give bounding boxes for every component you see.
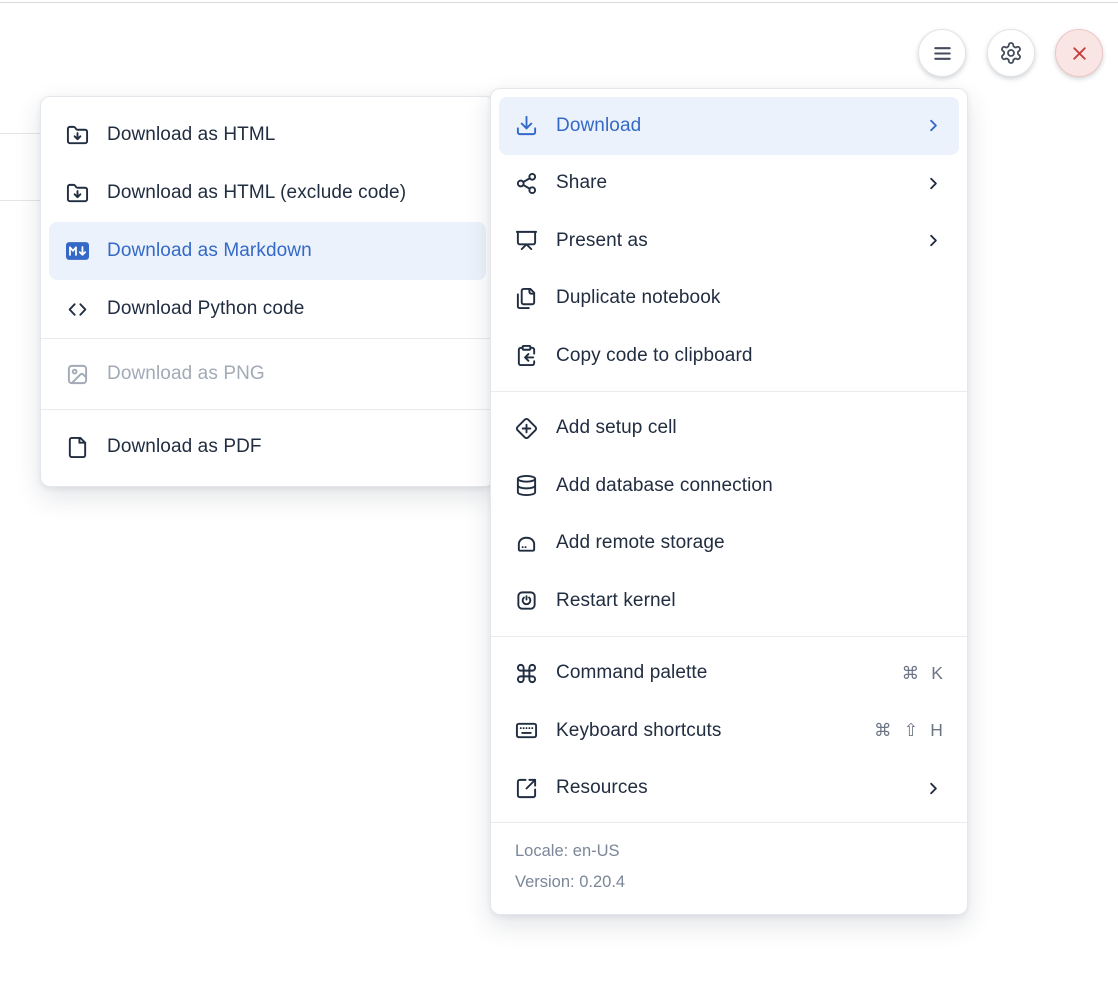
menu-group: Download Share Present as: [491, 89, 967, 391]
menu-item-add-database-connection[interactable]: Add database connection: [491, 457, 967, 515]
submenu-group: Download as HTML Download as HTML (exclu…: [41, 97, 494, 338]
menu-item-duplicate-notebook[interactable]: Duplicate notebook: [491, 270, 967, 328]
keyboard-shortcut: ⌘ K: [902, 663, 943, 684]
locale-text: Locale: en-US: [515, 836, 943, 867]
menu-group: Add setup cell Add database connection A…: [491, 392, 967, 636]
menu-item-label: Copy code to clipboard: [556, 345, 753, 367]
menu-item-restart-kernel[interactable]: Restart kernel: [491, 572, 967, 630]
menu-item-label: Add database connection: [556, 475, 773, 497]
hamburger-icon: [931, 42, 954, 65]
menu-item-label: Command palette: [556, 662, 707, 684]
download-icon: [515, 114, 538, 137]
menu-item-label: Restart kernel: [556, 590, 676, 612]
menu-item-label: Download as HTML: [107, 124, 275, 146]
menu-item-download-as-pdf[interactable]: Download as PDF: [41, 418, 494, 476]
menu-item-label: Share: [556, 172, 607, 194]
code-icon: [66, 298, 89, 321]
menu-item-present-as[interactable]: Present as: [491, 212, 967, 270]
menu-item-command-palette[interactable]: Command palette ⌘ K: [491, 645, 967, 703]
submenu-group: Download as PNG: [41, 339, 494, 409]
menu-group: Command palette ⌘ K Keyboard shortcuts ⌘…: [491, 637, 967, 823]
power-square-icon: [515, 589, 538, 612]
menu-item-keyboard-shortcuts[interactable]: Keyboard shortcuts ⌘ ⇧ H: [491, 702, 967, 760]
menu-item-label: Download as HTML (exclude code): [107, 182, 406, 204]
database-icon: [515, 474, 538, 497]
top-divider: [0, 2, 1118, 3]
menu-item-label: Download: [556, 115, 641, 137]
storage-drive-icon: [515, 532, 538, 555]
notebook-menu: Download Share Present as: [490, 88, 968, 915]
chevron-right-icon: [924, 174, 943, 193]
external-link-icon: [515, 777, 538, 800]
folder-download-icon: [66, 182, 89, 205]
menu-item-label: Duplicate notebook: [556, 287, 720, 309]
image-icon: [66, 363, 89, 386]
chevron-right-icon: [924, 116, 943, 135]
menu-item-label: Download as Markdown: [107, 240, 312, 262]
submenu-group: Download as PDF: [41, 410, 494, 486]
menu-item-download-as-png: Download as PNG: [41, 345, 494, 403]
hamburger-menu-button[interactable]: [918, 29, 966, 77]
menu-item-label: Present as: [556, 230, 648, 252]
menu-item-download[interactable]: Download: [499, 97, 959, 155]
menu-item-label: Download Python code: [107, 298, 304, 320]
close-icon: [1069, 43, 1090, 64]
menu-footer: Locale: en-US Version: 0.20.4: [491, 822, 967, 914]
gear-icon: [999, 41, 1023, 65]
background-rule: [0, 133, 42, 134]
menu-item-label: Download as PDF: [107, 436, 262, 458]
chevron-right-icon: [924, 779, 943, 798]
share-icon: [515, 172, 538, 195]
background-rule: [0, 200, 42, 201]
menu-item-label: Keyboard shortcuts: [556, 720, 722, 742]
keyboard-shortcut: ⌘ ⇧ H: [874, 720, 943, 741]
presentation-icon: [515, 229, 538, 252]
menu-item-label: Add setup cell: [556, 417, 677, 439]
menu-item-label: Download as PNG: [107, 363, 265, 385]
markdown-icon: [66, 240, 89, 263]
keyboard-icon: [515, 719, 538, 742]
diamond-plus-icon: [515, 417, 538, 440]
file-icon: [66, 436, 89, 459]
duplicate-icon: [515, 287, 538, 310]
command-icon: [515, 662, 538, 685]
chevron-right-icon: [924, 231, 943, 250]
download-submenu: Download as HTML Download as HTML (exclu…: [40, 96, 495, 487]
menu-item-download-as-markdown[interactable]: Download as Markdown: [49, 222, 486, 280]
clipboard-copy-icon: [515, 344, 538, 367]
menu-item-add-setup-cell[interactable]: Add setup cell: [491, 400, 967, 458]
menu-item-share[interactable]: Share: [491, 155, 967, 213]
menu-item-label: Add remote storage: [556, 532, 725, 554]
menu-item-resources[interactable]: Resources: [491, 760, 967, 818]
menu-item-add-remote-storage[interactable]: Add remote storage: [491, 515, 967, 573]
menu-item-label: Resources: [556, 777, 648, 799]
menu-item-download-as-html[interactable]: Download as HTML: [41, 106, 494, 164]
version-text: Version: 0.20.4: [515, 867, 943, 898]
settings-button[interactable]: [987, 29, 1035, 77]
menu-item-download-as-html-exclude-code[interactable]: Download as HTML (exclude code): [41, 164, 494, 222]
menu-item-copy-code-to-clipboard[interactable]: Copy code to clipboard: [491, 327, 967, 385]
menu-item-download-python-code[interactable]: Download Python code: [41, 280, 494, 338]
close-button[interactable]: [1055, 29, 1103, 77]
folder-download-icon: [66, 124, 89, 147]
